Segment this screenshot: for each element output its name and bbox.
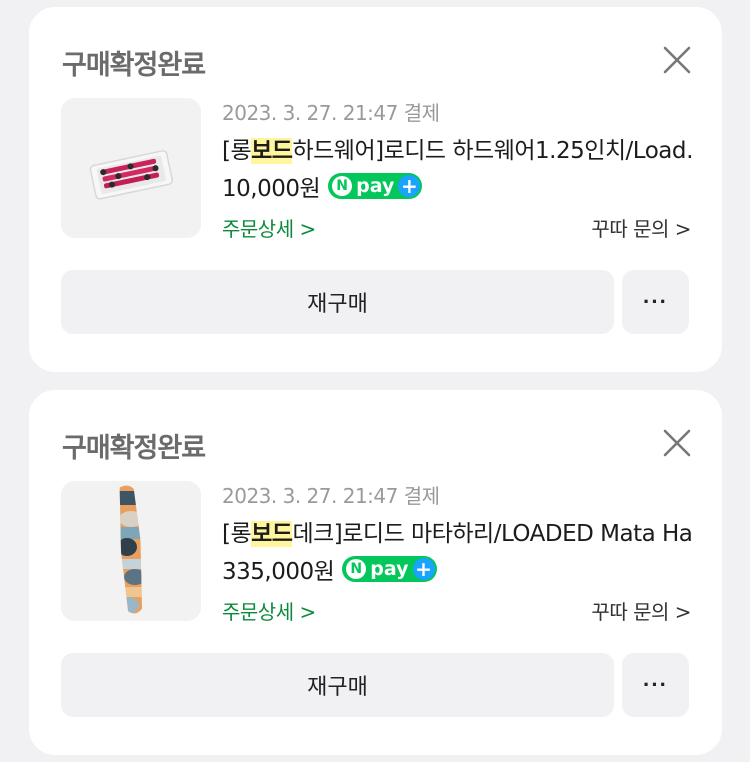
seller-inquiry-link[interactable]: 꾸따 문의 > (591, 213, 691, 242)
rebuy-button[interactable]: 재구매 (61, 270, 614, 334)
product-title[interactable]: [롱보드하드웨어]로디드 하드웨어1.25인치/Load… (222, 131, 692, 165)
npay-plus-icon: + (398, 175, 421, 197)
npay-label: pay (356, 175, 395, 197)
order-detail-link[interactable]: 주문상세 > (222, 213, 316, 242)
title-highlight: 보드 (251, 521, 293, 547)
price-row: 335,000원 N pay + (222, 553, 437, 585)
hardware-product-image (61, 98, 201, 238)
longboard-deck-image (61, 481, 201, 621)
price-row: 10,000원 N pay + (222, 170, 423, 202)
title-highlight: 보드 (251, 138, 293, 164)
order-card: 구매확정완료 2023. 3. 27. 21:47 결제 [롱보드데크]로디드 … (29, 390, 722, 755)
npay-badge: N pay + (328, 173, 423, 199)
npay-label: pay (370, 558, 409, 580)
title-prefix: [롱 (222, 521, 252, 547)
npay-n-icon: N (346, 559, 367, 579)
payment-date: 2023. 3. 27. 21:47 결제 (222, 484, 440, 508)
price: 10,000원 (222, 176, 321, 202)
order-detail-link[interactable]: 주문상세 > (222, 596, 316, 625)
npay-plus-icon: + (412, 558, 435, 580)
product-thumbnail[interactable] (61, 98, 201, 238)
title-suffix: 하드웨어]로디드 하드웨어1.25인치/Load… (292, 138, 692, 164)
product-title[interactable]: [롱보드데크]로디드 마타하리/LOADED Mata Ha… (222, 514, 692, 548)
npay-badge: N pay + (342, 556, 437, 582)
seller-inquiry-link[interactable]: 꾸따 문의 > (591, 596, 691, 625)
close-icon[interactable] (662, 428, 692, 458)
more-options-button[interactable]: ··· (622, 270, 689, 334)
more-options-button[interactable]: ··· (622, 653, 689, 717)
order-status: 구매확정완료 (62, 50, 206, 81)
order-status: 구매확정완료 (62, 433, 206, 464)
close-icon[interactable] (662, 45, 692, 75)
title-suffix: 데크]로디드 마타하리/LOADED Mata Ha… (292, 521, 692, 547)
payment-date: 2023. 3. 27. 21:47 결제 (222, 101, 440, 125)
title-prefix: [롱 (222, 138, 252, 164)
rebuy-button[interactable]: 재구매 (61, 653, 614, 717)
product-thumbnail[interactable] (61, 481, 201, 621)
npay-n-icon: N (332, 176, 353, 196)
order-card: 구매확정완료 2023. 3. 27. 21:47 결제 [롱보드하드웨어]로디… (29, 7, 722, 372)
price: 335,000원 (222, 559, 335, 585)
